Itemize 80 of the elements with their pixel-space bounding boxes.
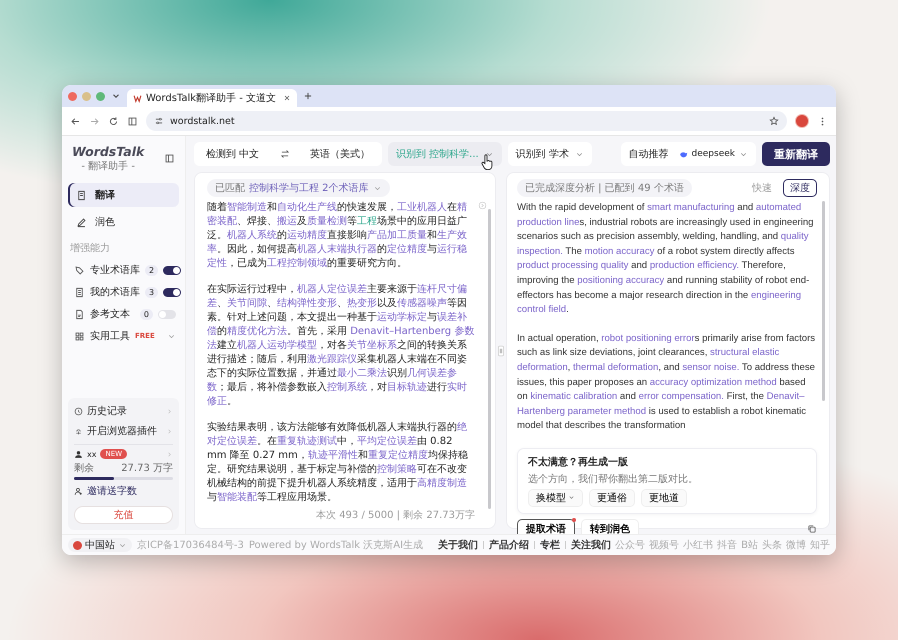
pen-icon	[76, 216, 87, 228]
swap-icon[interactable]	[280, 149, 290, 159]
hand-cursor-icon	[480, 154, 494, 171]
regenerate-option[interactable]: 更地道	[641, 488, 687, 507]
brand-logo: WordsTalk	[72, 144, 144, 159]
translation-paragraph: With the rapid development of smart manufacturing and automated production lines, industrial robots are increasingly used in engineering scenarios such as precision assembly, welding, handling, and quality inspection. The motion accuracy of a robot system directly affects product processing quality and production efficiency. Therefore, improving the positioning accuracy and running stability of robot end-effectors has become a major research direction in the engineering control field.	[517, 201, 815, 318]
clock-icon	[74, 406, 83, 416]
flag-icon	[73, 540, 82, 550]
toggle-switch[interactable]	[163, 288, 182, 296]
source-paragraph: 在实际运行过程中，机器人定位误差主要来源于连杆尺寸偏差、关节间隙、结构弹性变形、热变形以及传感器噪声等因素。针对上述问题，本文提出一种基于运动学标定与误差补偿的精度优化方法。首先，采用 Denavit–Hartenberg 参数法建立机器人运动学模型，对各关节坐标系之间的转换关系进行描述；随后，利用激光跟踪仪采集机器人末端在不同姿态下的实际位置数据，并通过最小二乘法识别几何误差参数；最后，将补偿参数嵌入控制系统，对目标轨迹进行实时修正。	[207, 283, 475, 409]
user-icon	[74, 450, 83, 458]
toggle-switch[interactable]	[158, 310, 176, 318]
grid-icon	[74, 330, 85, 342]
user-name: xx	[87, 450, 96, 458]
site-settings-icon[interactable]	[154, 116, 164, 126]
chevron-right-icon	[166, 408, 173, 414]
close-tab-icon[interactable]	[283, 94, 291, 102]
region-selector[interactable]: 中国站	[68, 538, 132, 552]
footer-link[interactable]: 关于我们	[438, 538, 478, 552]
whale-icon	[678, 150, 688, 158]
regenerate-option[interactable]: 换模型	[528, 488, 583, 507]
tool-label[interactable]: 专业术语库	[90, 263, 140, 277]
regenerate-hint: 选个方向，我们帮你翻出第二版对比。	[528, 472, 699, 486]
source-paragraph: 随着智能制造和自动化生产线的快速发展，工业机器人在精密装配、焊接、搬运及质量检测等工程场景中的应用日益广泛。机器人系统的运动精度直接影响产品加工质量和生产效率。因此，如何提高机器人末端执行器的定位精度与运行稳定性，已成为工程控制领域的重要研究方向。	[207, 201, 468, 271]
address-field[interactable]: wordstalk.net	[146, 111, 787, 131]
quota-label: 剩余	[74, 462, 94, 475]
file-icon	[74, 308, 85, 320]
nav-item[interactable]: 翻译	[68, 183, 179, 207]
back-icon[interactable]	[70, 116, 81, 126]
collapse-sidebar-icon[interactable]	[164, 153, 175, 164]
tag-icon	[74, 264, 85, 276]
retranslate-button[interactable]: 重新翻译	[762, 142, 830, 166]
nav-item[interactable]: 润色	[68, 210, 179, 234]
browser-tab[interactable]: WordsTalk翻译助手 - 文道文	[127, 89, 297, 107]
reload-icon[interactable]	[108, 116, 119, 126]
source-paragraph: 实验结果表明，该方法能够有效降低机器人末端执行器的绝对定位误差。在重复轨迹测试中，平均定位误差由 0.82 mm 降至 0.27 mm，轨迹平滑性和重复定位精度均保持稳定。研究结果说明，基于标定与补偿的控制策略可在不改变机械结构的前提下提升机器人系统精度，适用于高精度制造 与智能装配等工程应用场景。	[207, 421, 469, 505]
regenerate-option[interactable]: 更通俗	[589, 488, 635, 507]
count-badge: 0	[140, 308, 153, 320]
list-icon	[74, 286, 85, 298]
tool-label[interactable]: 参考文本	[90, 307, 130, 321]
domain-selector[interactable]: 识别到 学术	[508, 142, 592, 166]
favicon-icon	[133, 94, 142, 102]
source-language[interactable]: 检测到 中文	[206, 147, 260, 161]
action-button[interactable]: 转到润色	[581, 518, 639, 534]
menu-link[interactable]: 开启浏览器插件	[74, 422, 173, 440]
powered-by-text: Powered by WordsTalk 沃克斯AI生成	[248, 538, 424, 552]
follow-label: 关注我们	[571, 538, 612, 552]
glossary-chip[interactable]: 已匹配 控制科学与工程 2个术语库	[207, 179, 390, 197]
action-button[interactable]: 提取术语	[517, 518, 575, 534]
mode-toggle[interactable]: 深度	[783, 179, 817, 197]
regenerate-title: 不太满意？再生成一版	[528, 456, 629, 469]
toggle-switch[interactable]	[163, 266, 182, 274]
chevron-right-icon	[166, 428, 173, 434]
character-count: 本次 493 / 5000 | 剩余 27.73万字	[316, 508, 475, 522]
copy-icon[interactable]	[807, 524, 817, 534]
count-badge: 3	[145, 286, 158, 298]
new-tab-icon[interactable]	[303, 91, 313, 101]
scrollbar[interactable]	[822, 201, 825, 401]
footer-link[interactable]: 产品介绍	[489, 538, 530, 552]
footer-link[interactable]: 专栏	[540, 538, 560, 552]
profile-avatar[interactable]	[795, 114, 809, 128]
target-language[interactable]: 英语（美式）	[310, 147, 370, 161]
resize-handle-icon[interactable]	[498, 344, 504, 356]
bookmark-star-icon[interactable]	[769, 116, 779, 126]
sidebar-icon[interactable]	[127, 116, 138, 126]
recharge-button[interactable]: 充值	[74, 506, 173, 524]
tool-label[interactable]: 实用工具	[90, 329, 130, 343]
section-label: 增强能力	[69, 242, 111, 256]
menu-link[interactable]: 历史记录	[74, 402, 173, 420]
quota-value: 27.73 万字	[121, 462, 173, 475]
document-icon	[76, 190, 87, 200]
count-badge: 2	[145, 264, 158, 276]
invite-link[interactable]: 邀请送字数	[74, 482, 173, 500]
brand-tagline: - 翻译助手 -	[81, 160, 135, 173]
model-selector[interactable]: 自动推荐 deepseek	[620, 142, 756, 166]
translation-paragraph: In actual operation, robot positioning errors primarily arise from factors such as link size deviations, joint clearances, structural elastic deformation, thermal deformation, and sensor noise. To address these issues, this paper proposes an accuracy optimization method based on kinematic calibration and error compensation. First, the Denavit–Hartenberg parameter method is used to establish a robot kinematic model that describes the transformation	[517, 332, 816, 434]
scrollbar[interactable]	[488, 209, 491, 509]
analysis-chip: 已完成深度分析 | 已配到 49 个术语	[517, 179, 692, 197]
add-user-icon	[74, 486, 83, 496]
tool-label[interactable]: 我的术语库	[90, 285, 140, 299]
